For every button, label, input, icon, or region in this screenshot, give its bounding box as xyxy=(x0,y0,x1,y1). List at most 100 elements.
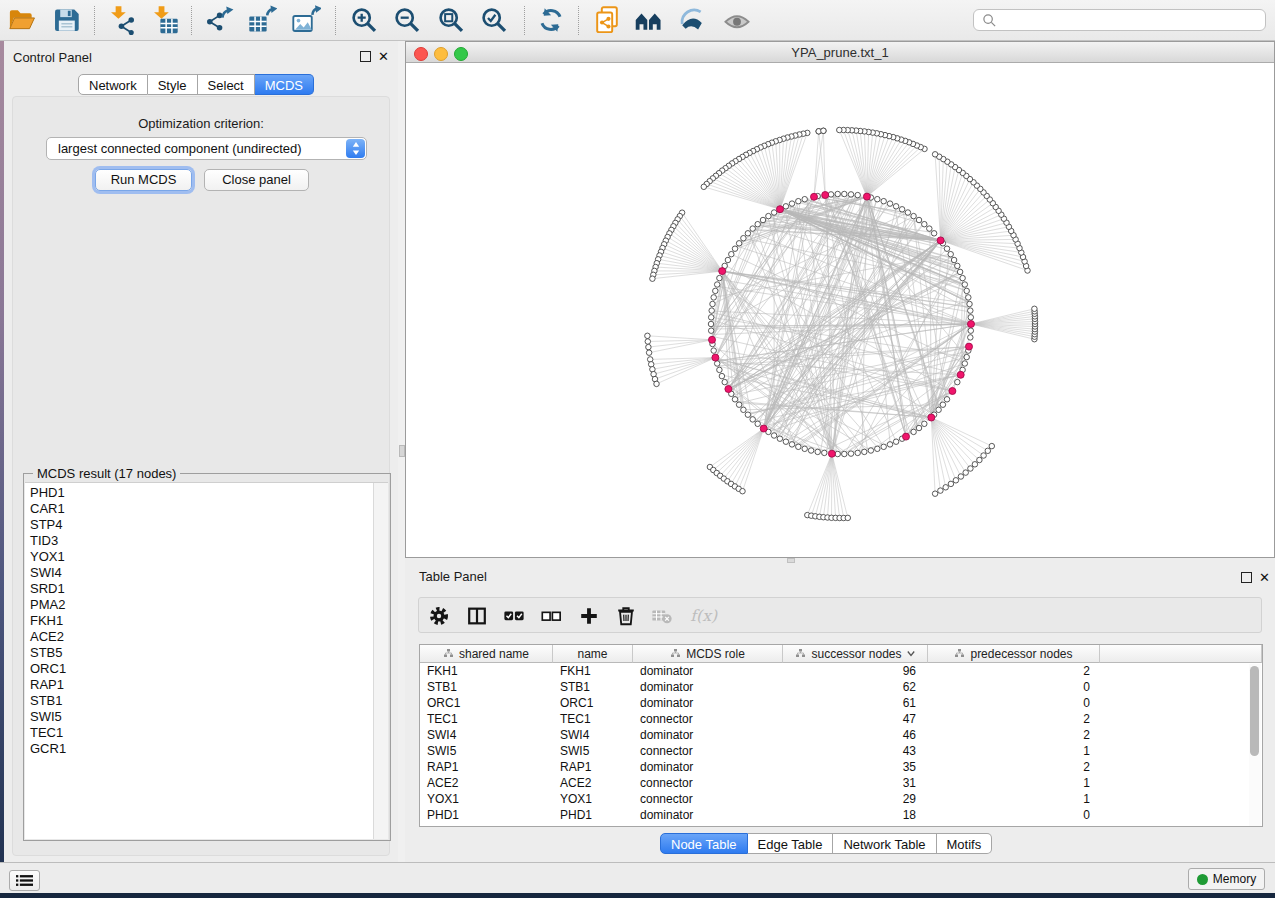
table-row-SWI5[interactable]: SWI5SWI5connector431 xyxy=(420,743,1262,759)
cell-shared_name: YOX1 xyxy=(420,791,553,807)
search-overview-icon[interactable] xyxy=(634,5,664,35)
delete-column-icon[interactable] xyxy=(615,605,637,627)
mcds-result-item[interactable]: YOX1 xyxy=(25,549,388,565)
network-window-titlebar[interactable]: YPA_prune.txt_1 xyxy=(406,42,1274,63)
table-row-RAP1[interactable]: RAP1RAP1dominator352 xyxy=(420,759,1262,775)
delete-table-icon[interactable] xyxy=(651,605,673,627)
mcds-result-item[interactable]: SWI4 xyxy=(25,565,388,581)
mcds-result-item[interactable]: STP4 xyxy=(25,517,388,533)
select-all-checkboxes-icon[interactable] xyxy=(503,605,525,627)
zoom-selected-icon[interactable] xyxy=(479,5,509,35)
column-header-name[interactable]: name xyxy=(553,645,633,663)
save-session-icon[interactable] xyxy=(51,5,81,35)
tab-select[interactable]: Select xyxy=(198,74,255,95)
tab-network[interactable]: Network xyxy=(78,74,148,95)
import-network-icon[interactable] xyxy=(107,5,137,35)
cell-shared_name: SWI4 xyxy=(420,727,553,743)
mcds-list-scrollbar[interactable] xyxy=(373,483,388,839)
mcds-result-item[interactable]: PMA2 xyxy=(25,597,388,613)
vertical-splitter[interactable] xyxy=(398,41,405,862)
tab-edge-table[interactable]: Edge Table xyxy=(748,833,834,854)
cell-predecessor_nodes: 0 xyxy=(928,679,1100,695)
cell-successor_nodes: 35 xyxy=(783,759,928,775)
close-panel-icon[interactable]: ✕ xyxy=(1259,573,1270,582)
settings-gear-icon[interactable] xyxy=(428,605,450,627)
share-document-icon[interactable] xyxy=(592,5,622,35)
mcds-result-item[interactable]: RAP1 xyxy=(25,677,388,693)
column-header-MCDS-role[interactable]: MCDS role xyxy=(633,645,783,663)
cell-name: RAP1 xyxy=(553,759,633,775)
cell-predecessor_nodes: 2 xyxy=(928,711,1100,727)
table-header: shared namenameMCDS rolesuccessor nodesp… xyxy=(420,645,1262,663)
memory-button[interactable]: Memory xyxy=(1188,868,1265,890)
tab-mcds[interactable]: MCDS xyxy=(255,74,314,95)
tab-motifs[interactable]: Motifs xyxy=(937,833,993,854)
close-panel-icon[interactable]: ✕ xyxy=(378,52,389,61)
cell-mcds_role: dominator xyxy=(633,695,783,711)
export-table-icon[interactable] xyxy=(247,5,277,35)
table-row-FKH1[interactable]: FKH1FKH1dominator962 xyxy=(420,663,1262,679)
float-panel-icon[interactable] xyxy=(1241,572,1252,583)
mcds-result-item[interactable]: SRD1 xyxy=(25,581,388,597)
add-column-icon[interactable] xyxy=(578,605,600,627)
table-row-ACE2[interactable]: ACE2ACE2connector311 xyxy=(420,775,1262,791)
close-panel-button[interactable]: Close panel xyxy=(204,169,309,191)
zoom-out-icon[interactable] xyxy=(392,5,422,35)
mcds-result-item[interactable]: GCR1 xyxy=(25,741,388,757)
split-view-icon[interactable] xyxy=(466,605,488,627)
toolbar-separator xyxy=(524,6,525,35)
network-graph[interactable] xyxy=(406,63,1274,557)
mcds-result-item[interactable]: PHD1 xyxy=(25,483,388,501)
mcds-result-item[interactable]: ORC1 xyxy=(25,661,388,677)
cell-predecessor_nodes: 2 xyxy=(928,759,1100,775)
refresh-view-icon[interactable] xyxy=(536,5,566,35)
mcds-result-item[interactable]: TID3 xyxy=(25,533,388,549)
float-panel-icon[interactable] xyxy=(360,51,371,62)
tab-style[interactable]: Style xyxy=(148,74,198,95)
export-network-icon[interactable] xyxy=(204,5,234,35)
zoom-fit-icon[interactable] xyxy=(436,5,466,35)
table-row-TEC1[interactable]: TEC1TEC1connector472 xyxy=(420,711,1262,727)
mcds-result-item[interactable]: STB1 xyxy=(25,693,388,709)
table-row-ORC1[interactable]: ORC1ORC1dominator610 xyxy=(420,695,1262,711)
column-header-shared-name[interactable]: shared name xyxy=(420,645,553,663)
mcds-result-list[interactable]: PHD1CAR1STP4TID3YOX1SWI4SRD1PMA2FKH1ACE2… xyxy=(25,482,388,839)
search-input[interactable] xyxy=(973,9,1266,31)
function-builder-icon[interactable]: f(x) xyxy=(687,605,723,627)
criterion-dropdown[interactable]: largest connected component (undirected) xyxy=(46,137,367,160)
clear-checkboxes-icon[interactable] xyxy=(540,605,562,627)
table-row-SWI4[interactable]: SWI4SWI4dominator462 xyxy=(420,727,1262,743)
zoom-in-icon[interactable] xyxy=(349,5,379,35)
mcds-result-item[interactable]: FKH1 xyxy=(25,613,388,629)
cell-successor_nodes: 47 xyxy=(783,711,928,727)
table-scrollbar[interactable] xyxy=(1249,664,1261,826)
cell-shared_name: ORC1 xyxy=(420,695,553,711)
mcds-result-item[interactable]: TEC1 xyxy=(25,725,388,741)
hide-details-icon[interactable] xyxy=(677,5,707,35)
export-image-icon[interactable] xyxy=(291,5,321,35)
show-eye-icon[interactable] xyxy=(722,5,752,35)
table-row-STB1[interactable]: STB1STB1dominator620 xyxy=(420,679,1262,695)
cell-mcds_role: dominator xyxy=(633,727,783,743)
tab-node-table[interactable]: Node Table xyxy=(660,833,748,854)
table-row-PHD1[interactable]: PHD1PHD1dominator180 xyxy=(420,807,1262,823)
cell-predecessor_nodes: 1 xyxy=(928,775,1100,791)
table-row-YOX1[interactable]: YOX1YOX1connector291 xyxy=(420,791,1262,807)
mcds-result-item[interactable]: SWI5 xyxy=(25,709,388,725)
cell-successor_nodes: 46 xyxy=(783,727,928,743)
column-header-successor-nodes[interactable]: successor nodes xyxy=(783,645,928,663)
scrollbar-thumb[interactable] xyxy=(1250,666,1259,756)
panel-list-button[interactable] xyxy=(9,870,40,891)
mcds-result-groupbox: MCDS result (17 nodes) PHD1CAR1STP4TID3Y… xyxy=(23,473,391,841)
mcds-result-item[interactable]: CAR1 xyxy=(25,501,388,517)
mcds-result-item[interactable]: ACE2 xyxy=(25,629,388,645)
mcds-result-item[interactable]: STB5 xyxy=(25,645,388,661)
run-mcds-button[interactable]: Run MCDS xyxy=(95,169,192,191)
import-table-icon[interactable] xyxy=(150,5,180,35)
open-folder-icon[interactable] xyxy=(7,5,37,35)
column-header-predecessor-nodes[interactable]: predecessor nodes xyxy=(928,645,1100,663)
search-icon xyxy=(982,13,997,28)
app-body: Control Panel ✕ NetworkStyleSelectMCDS O… xyxy=(0,0,1275,893)
cell-predecessor_nodes: 0 xyxy=(928,807,1100,823)
tab-network-table[interactable]: Network Table xyxy=(833,833,936,854)
